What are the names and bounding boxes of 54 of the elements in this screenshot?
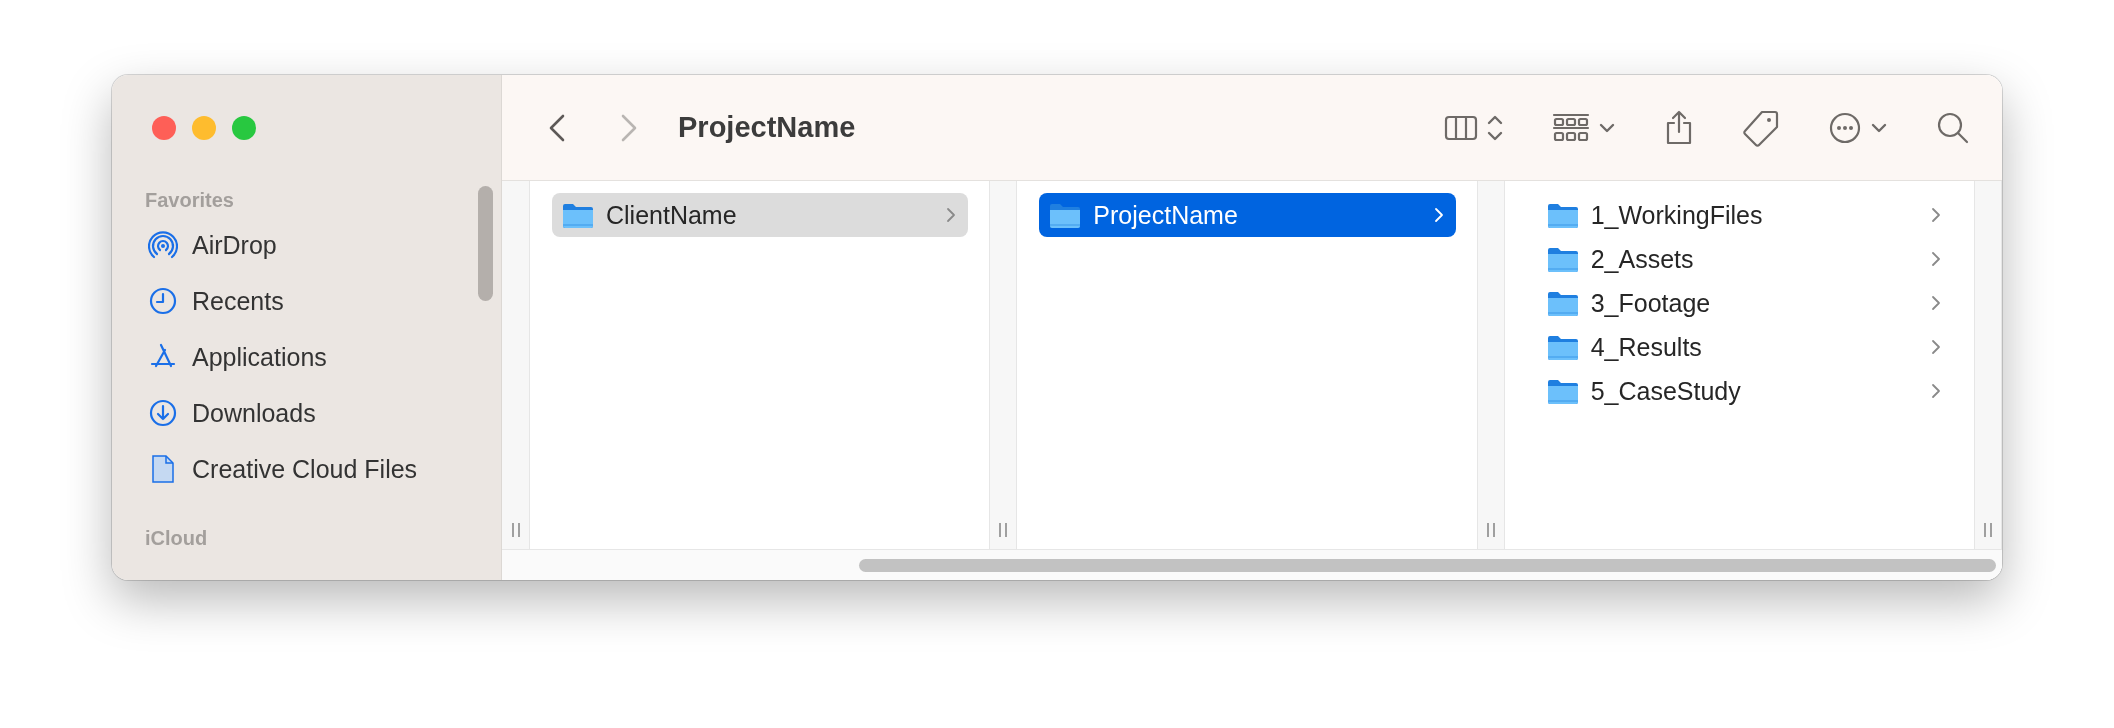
section-header: Favorites — [145, 189, 235, 213]
folder-icon — [1546, 201, 1579, 229]
resize-handle-icon[interactable] — [1485, 523, 1496, 537]
chevron-right-icon — [1931, 207, 1941, 223]
chevron-right-icon — [1433, 207, 1444, 223]
toolbar-button[interactable] — [1936, 110, 1970, 145]
folder-icon — [1546, 245, 1579, 273]
sidebar-item[interactable]: Downloads — [112, 385, 501, 441]
folder-row[interactable]: 1_WorkingFiles — [1536, 193, 1953, 237]
tag-icon — [1742, 108, 1780, 147]
more-icon — [1828, 110, 1862, 145]
scrollbar-thumb[interactable] — [478, 186, 493, 301]
clock-icon — [148, 286, 178, 316]
resize-handle-icon[interactable] — [510, 523, 521, 537]
resize-handle-icon[interactable] — [1983, 523, 1993, 537]
airdrop-icon — [148, 230, 178, 260]
zoom-button[interactable] — [232, 116, 256, 140]
folder-icon — [1546, 377, 1579, 405]
minimize-button[interactable] — [192, 116, 216, 140]
folder-row[interactable]: ClientName — [552, 193, 969, 237]
folder-icon — [562, 201, 594, 229]
sidebar-item[interactable]: Creative Cloud Files — [112, 441, 501, 497]
toolbar-button[interactable] — [1444, 113, 1504, 142]
folder-icon — [1546, 289, 1579, 317]
folder-row[interactable]: 2_Assets — [1536, 237, 1953, 281]
folder-row[interactable]: 3_Footage — [1536, 281, 1953, 325]
sidebar-item[interactable]: AirDrop — [112, 217, 501, 273]
close-button[interactable] — [152, 116, 176, 140]
folder-row[interactable]: 5_CaseStudy — [1536, 369, 1953, 413]
sidebar-item[interactable]: Applications — [112, 329, 501, 385]
chevron-right-icon — [1931, 383, 1941, 399]
folder-icon — [1049, 201, 1082, 229]
resize-handle-icon[interactable] — [998, 523, 1009, 537]
folder-icon — [1546, 333, 1579, 361]
toolbar-button[interactable] — [1742, 108, 1780, 147]
toolbar-button[interactable] — [1664, 109, 1694, 146]
column-view-icon — [1444, 113, 1478, 142]
folder-row[interactable]: ProjectName — [1039, 193, 1456, 237]
download-icon — [148, 398, 178, 428]
grid-icon — [1552, 111, 1590, 144]
search-icon — [1936, 110, 1970, 145]
chevron-right-icon — [1931, 251, 1941, 267]
chevron-right-icon — [1931, 339, 1941, 355]
up-down-chevron-icon — [1486, 113, 1504, 142]
chevron-right-icon — [1931, 295, 1941, 311]
sidebar-item[interactable]: Recents — [112, 273, 501, 329]
share-icon — [1664, 109, 1694, 146]
scrollbar-thumb[interactable] — [859, 558, 1996, 572]
chevron-right-icon — [946, 207, 957, 223]
folder-row[interactable]: 4_Results — [1536, 325, 1953, 369]
window-title: ProjectName — [678, 111, 856, 144]
toolbar-button[interactable] — [1828, 110, 1888, 145]
section-header: iCloud — [145, 527, 209, 551]
toolbar-button[interactable] — [1552, 111, 1616, 144]
